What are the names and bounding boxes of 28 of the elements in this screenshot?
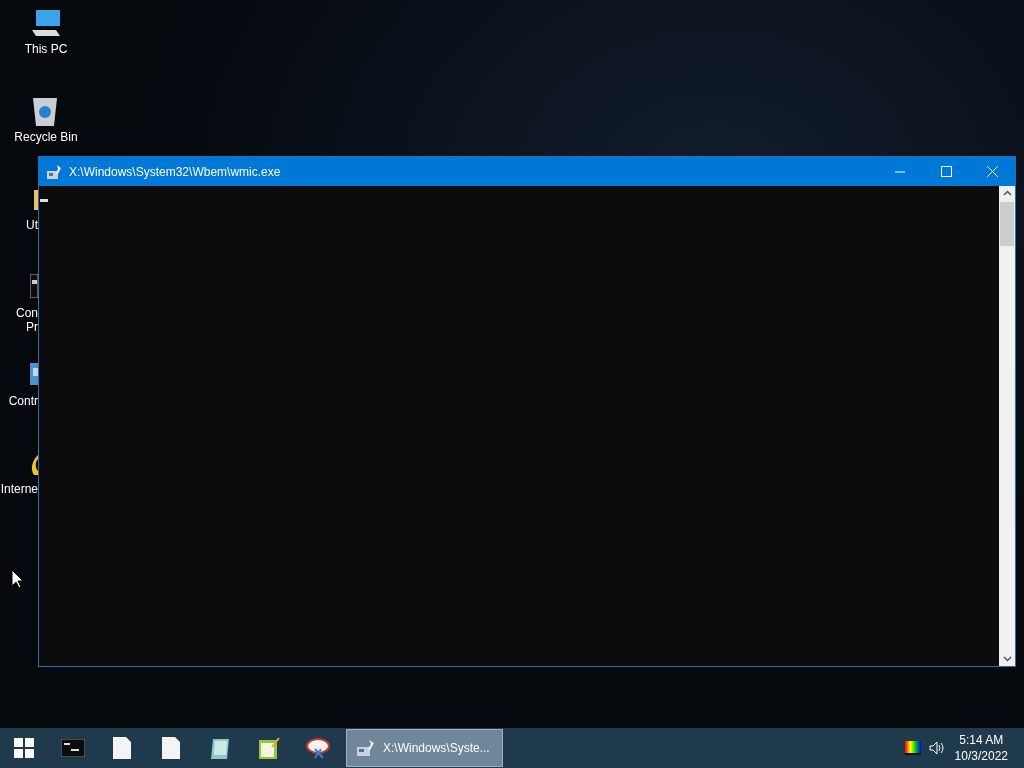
scissors-icon xyxy=(304,737,331,759)
taskbar-window-button[interactable]: X:\Windows\Syste... xyxy=(346,729,503,767)
clock[interactable]: 5:14 AM 10/3/2022 xyxy=(954,732,1008,764)
desktop-icon-label[interactable]: Pr xyxy=(26,320,38,335)
mouse-pointer-icon xyxy=(11,569,23,589)
recycle-bin-icon xyxy=(32,96,58,126)
desktop-icon-label[interactable]: This PC xyxy=(0,42,92,57)
window-title: X:\Windows\System32\Wbem\wmic.exe xyxy=(69,163,281,181)
desktop-icon-label[interactable]: Contr xyxy=(8,394,38,409)
notepad-icon xyxy=(208,737,231,759)
vertical-scrollbar[interactable] xyxy=(999,186,1015,666)
document-icon xyxy=(161,737,180,759)
computer-icon xyxy=(30,10,62,38)
color-display-icon[interactable] xyxy=(904,741,921,755)
scroll-up-icon[interactable] xyxy=(1002,190,1012,196)
document-icon xyxy=(112,737,131,759)
desktop-icon-label[interactable]: Recycle Bin xyxy=(0,130,92,145)
maximize-icon xyxy=(940,166,952,177)
text-cursor xyxy=(40,199,48,202)
close-icon xyxy=(986,166,998,177)
scroll-down-icon[interactable] xyxy=(1002,656,1012,662)
desktop-icon-label[interactable]: Ut xyxy=(26,218,38,233)
windows-logo-icon xyxy=(14,738,34,758)
desktop-icon-label[interactable]: Interne xyxy=(0,482,38,497)
volume-icon[interactable] xyxy=(928,741,945,755)
scroll-thumb[interactable] xyxy=(1000,202,1014,246)
editor-icon xyxy=(257,737,280,759)
desktop-icon-label[interactable]: Con xyxy=(16,306,38,321)
